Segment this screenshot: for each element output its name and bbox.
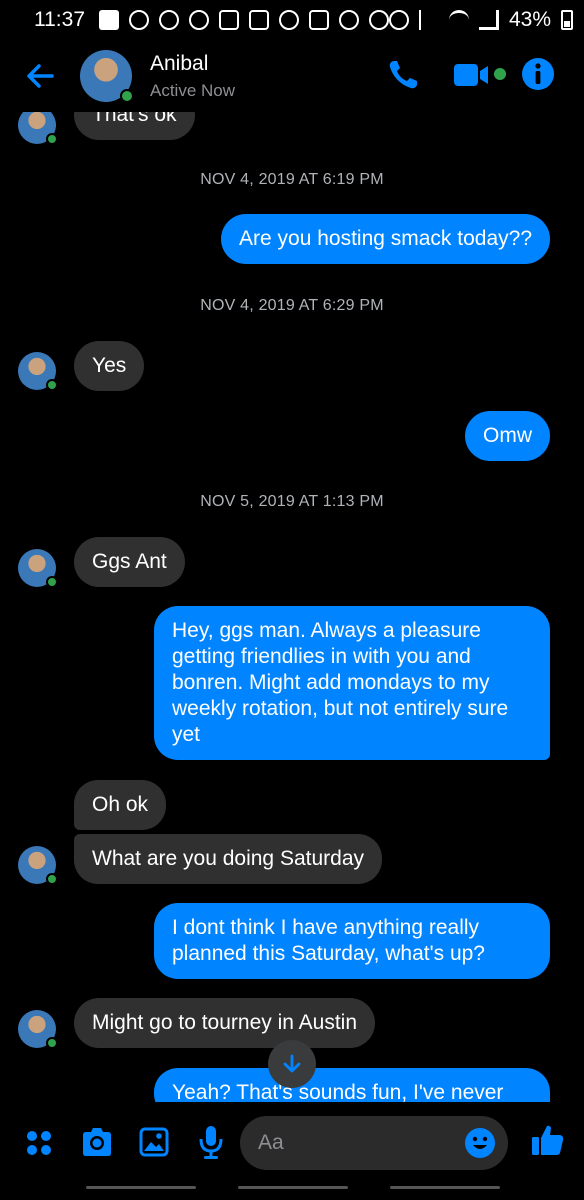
gallery-notification-icon bbox=[309, 10, 329, 30]
contact-avatar-small bbox=[18, 352, 58, 391]
contact-status: Active Now bbox=[150, 81, 236, 100]
back-arrow-icon[interactable] bbox=[22, 58, 58, 94]
wifi-icon bbox=[449, 10, 469, 30]
contact-avatar-small bbox=[18, 112, 58, 145]
battery-icon bbox=[561, 10, 574, 30]
online-indicator bbox=[46, 133, 58, 145]
timestamp: NOV 4, 2019 AT 6:29 PM bbox=[200, 297, 384, 314]
arrow-down-icon bbox=[283, 1054, 301, 1073]
outgoing-message[interactable]: Yeah? That's sounds fun, I've never bbox=[154, 1068, 550, 1102]
video-active-indicator bbox=[494, 68, 506, 80]
outgoing-message[interactable]: I dont think I have anything really plan… bbox=[154, 903, 550, 979]
conversation-header: Anibal Active Now bbox=[0, 40, 584, 112]
system-icons: 43% bbox=[389, 8, 574, 32]
contact-name[interactable]: Anibal bbox=[150, 52, 208, 76]
thumbs-up-icon[interactable] bbox=[530, 1122, 566, 1158]
battery-percent: 43% bbox=[509, 8, 552, 31]
online-indicator bbox=[46, 873, 58, 885]
message-input[interactable] bbox=[258, 1116, 458, 1170]
emoji-icon[interactable] bbox=[464, 1127, 496, 1159]
incoming-message[interactable]: Ggs Ant bbox=[74, 537, 185, 587]
signal-icon bbox=[479, 10, 499, 30]
outgoing-message[interactable]: Hey, ggs man. Always a pleasure getting … bbox=[154, 606, 550, 760]
message-composer bbox=[0, 1102, 584, 1182]
incoming-message[interactable]: That's ok bbox=[74, 112, 195, 140]
video-icon[interactable] bbox=[452, 60, 492, 90]
contact-avatar-small bbox=[18, 846, 58, 885]
timestamp: NOV 4, 2019 AT 6:19 PM bbox=[200, 171, 384, 188]
nav-home[interactable] bbox=[238, 1186, 348, 1189]
instagram-notification-icon bbox=[219, 10, 239, 30]
online-indicator bbox=[120, 89, 134, 103]
online-indicator bbox=[46, 1037, 58, 1049]
contact-avatar-small bbox=[18, 1010, 58, 1049]
scroll-to-bottom-button[interactable] bbox=[268, 1040, 316, 1088]
notification-icons bbox=[99, 10, 389, 30]
status-bar: 11:37 43% bbox=[0, 0, 584, 40]
app-notification-icon bbox=[159, 10, 179, 30]
outgoing-message[interactable]: Omw bbox=[465, 411, 550, 461]
contact-avatar[interactable] bbox=[80, 50, 134, 103]
gmail-notification-icon bbox=[249, 10, 269, 30]
info-icon[interactable] bbox=[520, 56, 556, 92]
phone-icon[interactable] bbox=[386, 58, 420, 92]
discord-notification-icon bbox=[339, 10, 359, 30]
message-input-container[interactable] bbox=[240, 1116, 508, 1170]
incoming-message[interactable]: Might go to tourney in Austin bbox=[74, 998, 375, 1048]
gallery-icon[interactable] bbox=[138, 1126, 170, 1158]
web-notification-icon bbox=[189, 10, 209, 30]
camera-icon[interactable] bbox=[80, 1126, 114, 1158]
incognito-notification-icon bbox=[369, 10, 389, 30]
alarm-icon bbox=[389, 10, 409, 30]
incoming-message[interactable]: Oh ok bbox=[74, 780, 167, 830]
system-navigation-bar bbox=[0, 1182, 584, 1200]
online-indicator bbox=[46, 379, 58, 391]
incoming-message[interactable]: What are you doing Saturday bbox=[74, 834, 382, 884]
incoming-message[interactable]: Yes bbox=[74, 341, 145, 391]
online-indicator bbox=[46, 576, 58, 588]
status-time: 11:37 bbox=[34, 8, 85, 31]
contact-avatar-small bbox=[18, 549, 58, 588]
outgoing-message[interactable]: Are you hosting smack today?? bbox=[221, 214, 550, 264]
wifi-calling-icon bbox=[129, 10, 149, 30]
message-thread[interactable]: That's ok NOV 4, 2019 AT 6:19 PM Are you… bbox=[0, 112, 584, 1102]
apps-icon[interactable] bbox=[24, 1128, 54, 1158]
messenger-notification-icon bbox=[279, 10, 299, 30]
timestamp: NOV 5, 2019 AT 1:13 PM bbox=[200, 493, 384, 510]
nav-back[interactable] bbox=[390, 1186, 500, 1189]
microphone-icon[interactable] bbox=[198, 1124, 224, 1160]
mute-icon bbox=[419, 10, 439, 30]
message-notification-icon bbox=[99, 10, 119, 30]
nav-recents[interactable] bbox=[86, 1186, 196, 1189]
